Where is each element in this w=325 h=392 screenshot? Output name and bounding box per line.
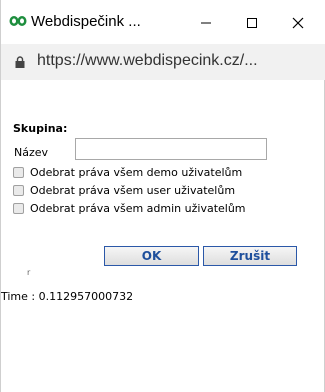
checkbox-remove-user[interactable]	[13, 184, 24, 196]
app-logo-icon	[9, 16, 27, 26]
check-row-demo[interactable]: Odebrat práva všem demo uživatelům	[13, 164, 242, 180]
minimize-button[interactable]	[183, 8, 229, 38]
check-row-admin[interactable]: Odebrat práva všem admin uživatelům	[13, 200, 246, 216]
lock-icon	[15, 56, 25, 68]
check-label-user: Odebrat práva všem user uživatelům	[30, 183, 236, 197]
name-input[interactable]	[75, 138, 267, 160]
close-button[interactable]	[275, 8, 321, 38]
maximize-button[interactable]	[229, 8, 275, 38]
small-mark: r	[27, 268, 31, 277]
check-label-demo: Odebrat práva všem demo uživatelům	[30, 165, 243, 179]
minimize-icon	[201, 22, 211, 24]
window-title: Webdispečink ...	[31, 13, 141, 30]
name-label: Název	[14, 146, 49, 159]
group-heading: Skupina:	[13, 122, 68, 135]
ok-button[interactable]: OK	[104, 246, 199, 266]
check-row-user[interactable]: Odebrat práva všem user uživatelům	[13, 182, 235, 198]
close-icon	[292, 17, 304, 29]
maximize-icon	[247, 18, 257, 28]
popup-window: Webdispečink ... https://www.webdispecin…	[0, 0, 325, 392]
cancel-button[interactable]: Zrušit	[203, 246, 297, 266]
time-readout: Time : 0.112957000732	[1, 290, 134, 303]
checkbox-remove-admin[interactable]	[13, 202, 24, 214]
title-bar[interactable]: Webdispečink ...	[1, 0, 325, 44]
checkbox-remove-demo[interactable]	[13, 166, 24, 178]
check-label-admin: Odebrat práva všem admin uživatelům	[30, 201, 246, 215]
address-url[interactable]: https://www.webdispecink.cz/...	[37, 52, 258, 70]
